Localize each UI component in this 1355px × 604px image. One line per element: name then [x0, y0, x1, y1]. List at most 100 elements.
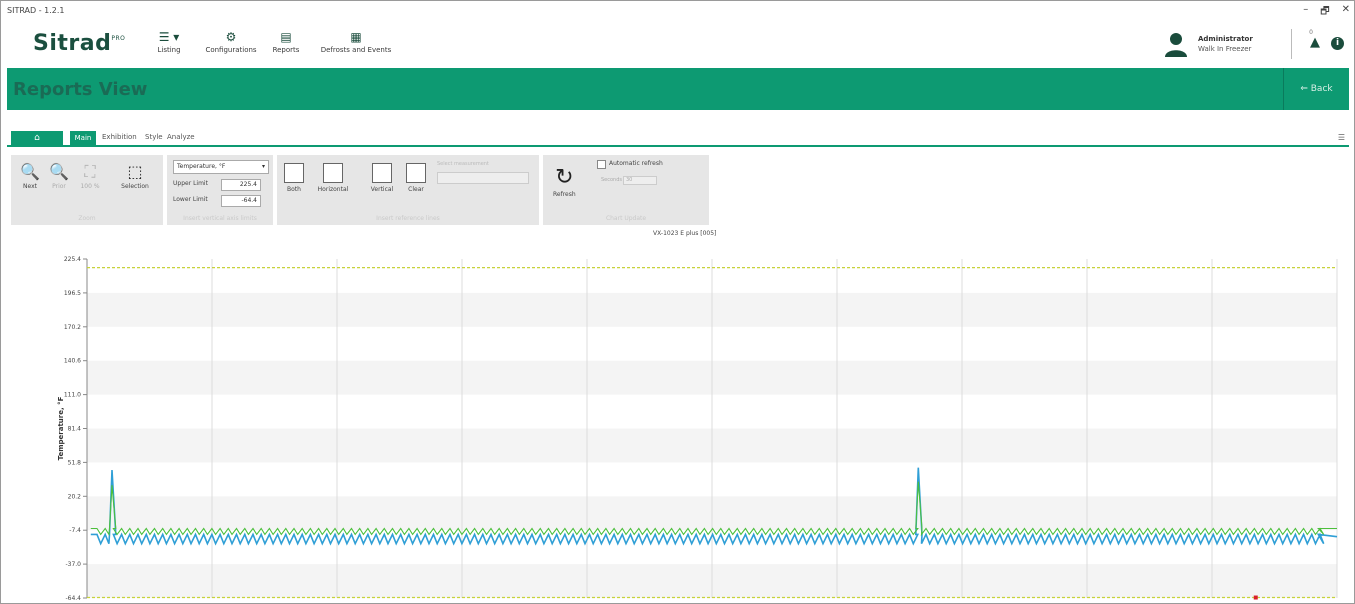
select-measurement-label: Select measurement: [437, 161, 489, 167]
zoom-reset-icon: ⛶: [84, 162, 96, 181]
lower-limit-input[interactable]: -64.4: [221, 195, 261, 207]
refresh-icon: ↻: [555, 165, 574, 190]
y-tick-label: 81.4: [68, 426, 82, 433]
horizontal-line-icon: [323, 163, 343, 183]
y-tick-label: 170.2: [64, 324, 81, 331]
chart-update-group-label: Chart Update: [605, 215, 647, 222]
logo-text: Sitrad: [33, 31, 112, 56]
ref-clear-label: Clear: [408, 186, 424, 193]
nav-defrosts-events[interactable]: ▦ Defrosts and Events: [313, 31, 399, 54]
automatic-refresh-label: Automatic refresh: [609, 160, 663, 167]
back-button[interactable]: ⇐ Back: [1283, 68, 1349, 110]
ref-horizontal-button[interactable]: Horizontal: [313, 163, 353, 193]
both-lines-icon: [284, 163, 304, 183]
chart-update-group: ↻ Refresh Automatic refresh Seconds 30 C…: [543, 155, 709, 225]
y-tick-label: -64.4: [65, 595, 81, 602]
ref-clear-button[interactable]: Clear: [403, 163, 429, 193]
info-icon[interactable]: i: [1331, 37, 1344, 50]
nav-reports-label: Reports: [272, 46, 300, 54]
y-tick-label: -7.4: [69, 527, 81, 534]
tab-analyze[interactable]: Analyze: [167, 133, 195, 141]
alert-icon[interactable]: ▲: [1310, 35, 1320, 50]
zoom-in-icon: 🔍: [20, 162, 40, 181]
chart-marker: [1253, 595, 1258, 600]
sitrad-logo: SitradPRO: [33, 31, 125, 56]
temperature-chart[interactable]: 225.4 196.5 170.2 140.6 111.0 81.4 51.8 20.2 -7.…: [7, 243, 1349, 603]
tab-style[interactable]: Style: [145, 133, 163, 141]
measurement-select-value: Temperature, °F: [177, 163, 226, 170]
vertical-line-icon: [372, 163, 392, 183]
nav-configurations[interactable]: ⚙ Configurations: [199, 31, 263, 54]
ref-vertical-label: Vertical: [370, 186, 394, 193]
nav-listing-label: Listing: [157, 46, 181, 54]
zoom-selection-label: Selection: [121, 183, 149, 190]
home-tab[interactable]: ⌂: [11, 131, 63, 146]
seconds-label: Seconds: [601, 177, 623, 183]
lower-limit-label: Lower Limit: [173, 196, 208, 203]
select-measurement-dropdown[interactable]: [437, 172, 529, 184]
zoom-selection-button[interactable]: ⬚ Selection: [115, 162, 155, 191]
nav-configurations-label: Configurations: [205, 46, 257, 54]
window-controls: – 🗗 ✕: [1303, 4, 1350, 21]
calendar-icon: ▦: [350, 30, 362, 44]
seconds-select[interactable]: 30: [623, 176, 657, 185]
zoom-reset-button[interactable]: ⛶ 100 %: [77, 162, 103, 191]
ref-vertical-button[interactable]: Vertical: [367, 163, 397, 193]
y-tick-label: 51.8: [68, 459, 82, 466]
clear-lines-icon: [406, 163, 426, 183]
zoom-group-label: Zoom: [78, 215, 96, 222]
user-avatar-icon: [1165, 33, 1187, 57]
y-tick-label: 140.6: [64, 358, 81, 365]
top-navigation: SitradPRO ☰ ▾ Listing ⚙ Configurations ▤…: [1, 23, 1354, 67]
user-location: Walk In Freezer: [1198, 45, 1252, 53]
minimize-button[interactable]: –: [1303, 4, 1308, 21]
measurement-select[interactable]: Temperature, °F ▾: [173, 160, 269, 174]
refresh-label: Refresh: [553, 191, 576, 198]
divider: [1291, 29, 1292, 59]
gear-icon: ⚙: [225, 30, 237, 44]
ref-both-label: Both: [287, 186, 301, 193]
y-tick-label: -37.0: [65, 561, 81, 568]
nav-defrosts-label: Defrosts and Events: [320, 46, 392, 54]
window-title: SITRAD - 1.2.1: [7, 6, 65, 15]
page-title: Reports View: [13, 79, 148, 100]
user-name: Administrator: [1198, 35, 1253, 43]
upper-limit-label: Upper Limit: [173, 180, 208, 187]
y-axis-label: Temperature, °F: [57, 396, 65, 460]
zoom-group: 🔍 Next 🔍 Prior ⛶ 100 % ⬚ Selection Zoom: [11, 155, 163, 225]
zoom-next-label: Next: [23, 183, 37, 190]
tab-exhibition[interactable]: Exhibition: [102, 133, 137, 141]
app-window: SITRAD - 1.2.1 – 🗗 ✕ SitradPRO ☰ ▾ Listi…: [0, 0, 1355, 604]
ref-horizontal-label: Horizontal: [317, 186, 349, 193]
y-tick-label: 196.5: [64, 290, 81, 297]
zoom-prior-button[interactable]: 🔍 Prior: [49, 163, 69, 191]
upper-limit-input[interactable]: 225.4: [221, 179, 261, 191]
page-header: Reports View ⇐ Back: [7, 68, 1349, 110]
zoom-prior-label: Prior: [52, 183, 66, 190]
axis-limits-group-label: Insert vertical axis limits: [183, 215, 257, 222]
title-bar: SITRAD - 1.2.1 – 🗗 ✕: [1, 1, 1354, 21]
list-icon: ☰ ▾: [158, 30, 180, 44]
nav-reports[interactable]: ▤ Reports: [269, 31, 303, 54]
chart-title: VX-1023 E plus [005]: [653, 230, 717, 237]
ref-both-button[interactable]: Both: [281, 163, 307, 193]
user-menu[interactable]: Administrator Walk In Freezer: [1164, 29, 1284, 61]
axis-limits-group: Temperature, °F ▾ Upper Limit 225.4 Lowe…: [167, 155, 273, 225]
chevron-down-icon: ▾: [261, 163, 265, 170]
zoom-next-button[interactable]: 🔍 Next: [17, 162, 43, 191]
nav-listing[interactable]: ☰ ▾ Listing: [151, 31, 187, 54]
tab-main[interactable]: Main: [70, 131, 96, 146]
automatic-refresh-checkbox[interactable]: [597, 160, 606, 169]
close-button[interactable]: ✕: [1342, 4, 1350, 21]
y-tick-label: 225.4: [64, 256, 81, 263]
refresh-button[interactable]: ↻ Refresh: [553, 165, 576, 198]
y-tick-label: 20.2: [68, 493, 82, 500]
tabs-menu-icon[interactable]: ☰: [1338, 133, 1345, 142]
reference-lines-group-label: Insert reference lines: [376, 215, 440, 222]
logo-pro: PRO: [111, 35, 126, 42]
y-tick-label: 111.0: [64, 392, 81, 399]
maximize-button[interactable]: 🗗: [1320, 4, 1329, 21]
reference-lines-group: Both Horizontal Vertical Clear Select me…: [277, 155, 539, 225]
tabs-bar: ⌂ Main Exhibition Style Analyze ☰: [7, 129, 1349, 147]
selection-icon: ⬚: [127, 162, 143, 181]
